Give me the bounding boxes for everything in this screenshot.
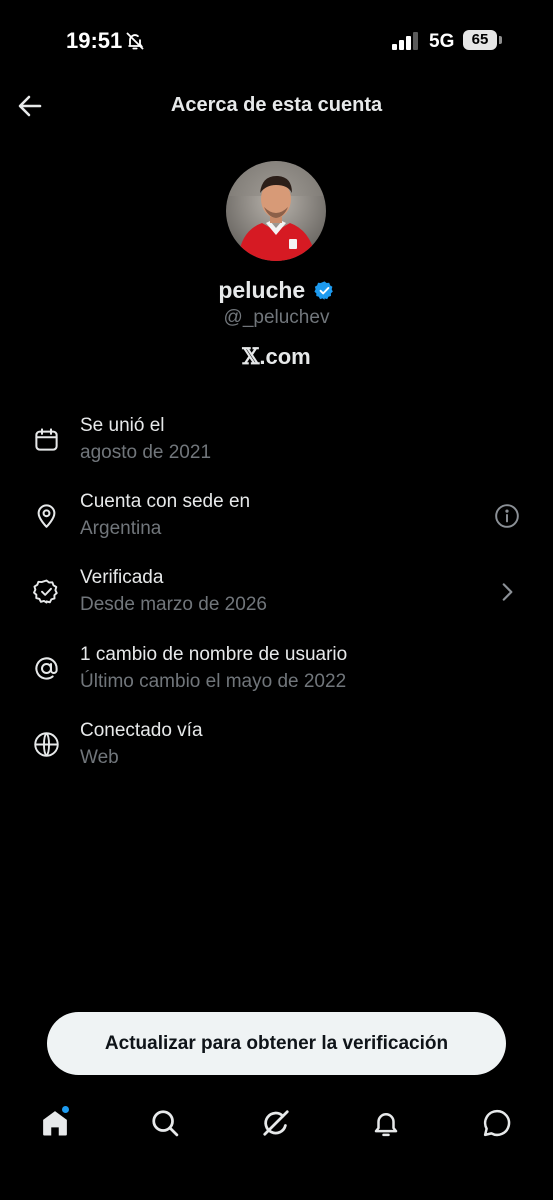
status-time: 19:51	[66, 28, 123, 53]
globe-icon	[34, 732, 59, 757]
info-row-title: Conectado vía	[80, 720, 203, 741]
display-name: peluche	[218, 277, 306, 303]
battery-tip	[499, 36, 502, 44]
info-row-title: Verificada	[80, 567, 164, 588]
info-row-subtitle: Desde marzo de 2026	[80, 594, 267, 615]
header: Acerca de esta cuenta	[0, 80, 553, 132]
platform-label: 𝕏.com	[0, 344, 553, 370]
info-row-subtitle: Argentina	[80, 518, 162, 539]
info-row-title: Se unió el	[80, 415, 165, 436]
verified-badge-icon	[33, 579, 58, 604]
platform-domain: .com	[259, 344, 311, 369]
bell-icon[interactable]	[371, 1108, 401, 1138]
info-row-subtitle: Último cambio el mayo de 2022	[80, 671, 347, 692]
info-icon[interactable]	[494, 503, 520, 529]
page-title: Acerca de esta cuenta	[170, 94, 383, 116]
chevron-right-icon[interactable]	[494, 579, 520, 605]
info-row-subtitle: Web	[80, 747, 119, 768]
verified-badge-icon	[314, 281, 333, 300]
display-name-row: peluche	[0, 277, 553, 304]
bell-off-icon	[126, 32, 144, 50]
info-row-location: Cuenta con sede en Argentina	[0, 486, 553, 546]
network-type: 5G	[429, 31, 455, 52]
avatar-photo	[226, 161, 326, 261]
info-row-connected-via: Conectado vía Web	[0, 715, 553, 775]
grok-icon[interactable]	[261, 1108, 291, 1138]
user-handle: @_peluchev	[223, 307, 330, 328]
avatar[interactable]	[226, 161, 326, 261]
info-row-title: Cuenta con sede en	[80, 491, 251, 512]
info-row-joined: Se unió el agosto de 2021	[0, 410, 553, 470]
status-bar: 19:51 5G 65	[0, 0, 553, 80]
info-row-subtitle: agosto de 2021	[80, 442, 212, 463]
battery-icon: 65	[463, 30, 497, 50]
chat-icon[interactable]	[482, 1108, 512, 1138]
bottom-tab-bar	[0, 1098, 553, 1158]
at-sign-icon	[35, 657, 58, 680]
calendar-icon	[35, 428, 58, 451]
x-logo-icon: 𝕏	[242, 344, 260, 370]
info-row-title: 1 cambio de nombre de usuario	[80, 644, 348, 665]
location-pin-icon	[37, 504, 56, 528]
search-icon[interactable]	[150, 1108, 180, 1138]
info-row-username-changes: 1 cambio de nombre de usuario Último cam…	[0, 639, 553, 699]
notification-dot	[62, 1106, 69, 1113]
signal-icon	[392, 32, 418, 50]
info-row-verified[interactable]: Verificada Desde marzo de 2026	[0, 562, 553, 622]
get-verified-button[interactable]: Actualizar para obtener la verificación	[47, 1012, 506, 1075]
